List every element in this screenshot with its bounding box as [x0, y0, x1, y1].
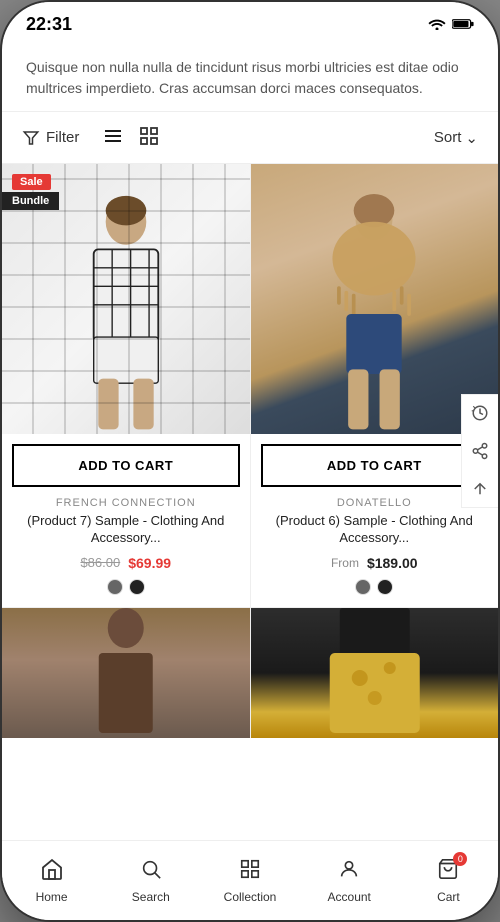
list-view-icon: [103, 126, 123, 146]
color-dot-gray-1[interactable]: [107, 579, 123, 595]
nav-collection-label: Collection: [224, 890, 277, 904]
history-button[interactable]: [462, 395, 498, 431]
nav-search-label: Search: [132, 890, 170, 904]
sort-button[interactable]: Sort ⌄: [434, 129, 478, 147]
phone-frame: 22:31 Quisque non nulla nulla de: [0, 0, 500, 922]
content-area[interactable]: Quisque non nulla nulla de tincidunt ris…: [2, 41, 498, 883]
grid-view-button[interactable]: [135, 122, 163, 153]
brand-name-1: FRENCH CONNECTION: [2, 497, 250, 509]
color-dot-gray-2[interactable]: [355, 579, 371, 595]
original-price-1: $86.00: [80, 555, 120, 570]
product-image-3[interactable]: [2, 608, 250, 738]
status-icons: [428, 16, 474, 33]
product-card-1: Sale Bundle: [2, 164, 250, 607]
nav-search[interactable]: Search: [101, 850, 200, 912]
product-card-2: ADD TO CART DONATELLO (Product 6) Sample…: [251, 164, 499, 607]
cart-count-badge: 0: [453, 852, 467, 866]
share-button[interactable]: [462, 433, 498, 469]
sort-chevron-icon: ⌄: [465, 129, 478, 147]
nav-home-label: Home: [36, 890, 68, 904]
sale-price-1: $69.99: [128, 555, 171, 571]
bundle-badge-1: Bundle: [2, 192, 59, 210]
collection-icon: [238, 858, 262, 886]
nav-account[interactable]: Account: [300, 850, 399, 912]
description-section: Quisque non nulla nulla de tincidunt ris…: [2, 41, 498, 111]
add-to-cart-button-2[interactable]: ADD TO CART: [261, 444, 489, 487]
view-options: [99, 122, 163, 153]
color-dot-black-2[interactable]: [377, 579, 393, 595]
bottom-nav: Home Search Collection: [2, 840, 498, 920]
account-icon: [338, 858, 360, 886]
nav-collection[interactable]: Collection: [200, 850, 299, 912]
status-time: 22:31: [26, 14, 72, 35]
filter-bar: Filter: [2, 111, 498, 164]
description-text: Quisque non nulla nulla de tincidunt ris…: [26, 57, 474, 99]
list-view-button[interactable]: [99, 122, 127, 153]
filter-button[interactable]: Filter: [22, 129, 79, 147]
product-card-4: [251, 608, 499, 738]
product-card-3: [2, 608, 250, 738]
wifi-icon: [428, 16, 446, 33]
nav-cart-label: Cart: [437, 890, 460, 904]
grid-view-icon: [139, 126, 159, 146]
product-figure-4: [251, 608, 499, 738]
regular-price-2: $189.00: [367, 555, 418, 571]
product-figure-2: [309, 194, 439, 434]
color-dot-black-1[interactable]: [129, 579, 145, 595]
search-icon: [140, 858, 162, 886]
home-icon: [40, 858, 64, 886]
share-icon: [471, 442, 489, 460]
battery-icon: [452, 17, 474, 33]
product-figure-3: [2, 608, 250, 738]
filter-icon: [22, 129, 40, 147]
price-row-2: From $189.00: [251, 551, 499, 579]
scroll-top-button[interactable]: [462, 471, 498, 507]
status-bar: 22:31: [2, 2, 498, 41]
price-row-1: $86.00 $69.99: [2, 551, 250, 579]
arrow-up-icon: [471, 480, 489, 498]
history-icon: [471, 404, 489, 422]
from-label-2: From: [331, 556, 359, 570]
add-to-cart-button-1[interactable]: ADD TO CART: [12, 444, 240, 487]
sale-badge-1: Sale: [12, 174, 51, 190]
color-options-1: [2, 579, 250, 607]
filter-label: Filter: [46, 129, 79, 146]
side-actions: [461, 394, 498, 508]
sort-label: Sort: [434, 129, 462, 146]
color-options-2: [251, 579, 499, 607]
nav-home[interactable]: Home: [2, 850, 101, 912]
product-name-2: (Product 6) Sample - Clothing And Access…: [251, 509, 499, 551]
products-grid: Sale Bundle: [2, 164, 498, 738]
product-image-1[interactable]: Sale Bundle: [2, 164, 250, 434]
nav-cart[interactable]: 0 Cart: [399, 850, 498, 912]
product-image-4[interactable]: [251, 608, 499, 738]
product-name-1: (Product 7) Sample - Clothing And Access…: [2, 509, 250, 551]
cart-icon-wrapper: 0: [437, 858, 459, 886]
product-figure-1: [61, 194, 191, 434]
nav-account-label: Account: [328, 890, 371, 904]
